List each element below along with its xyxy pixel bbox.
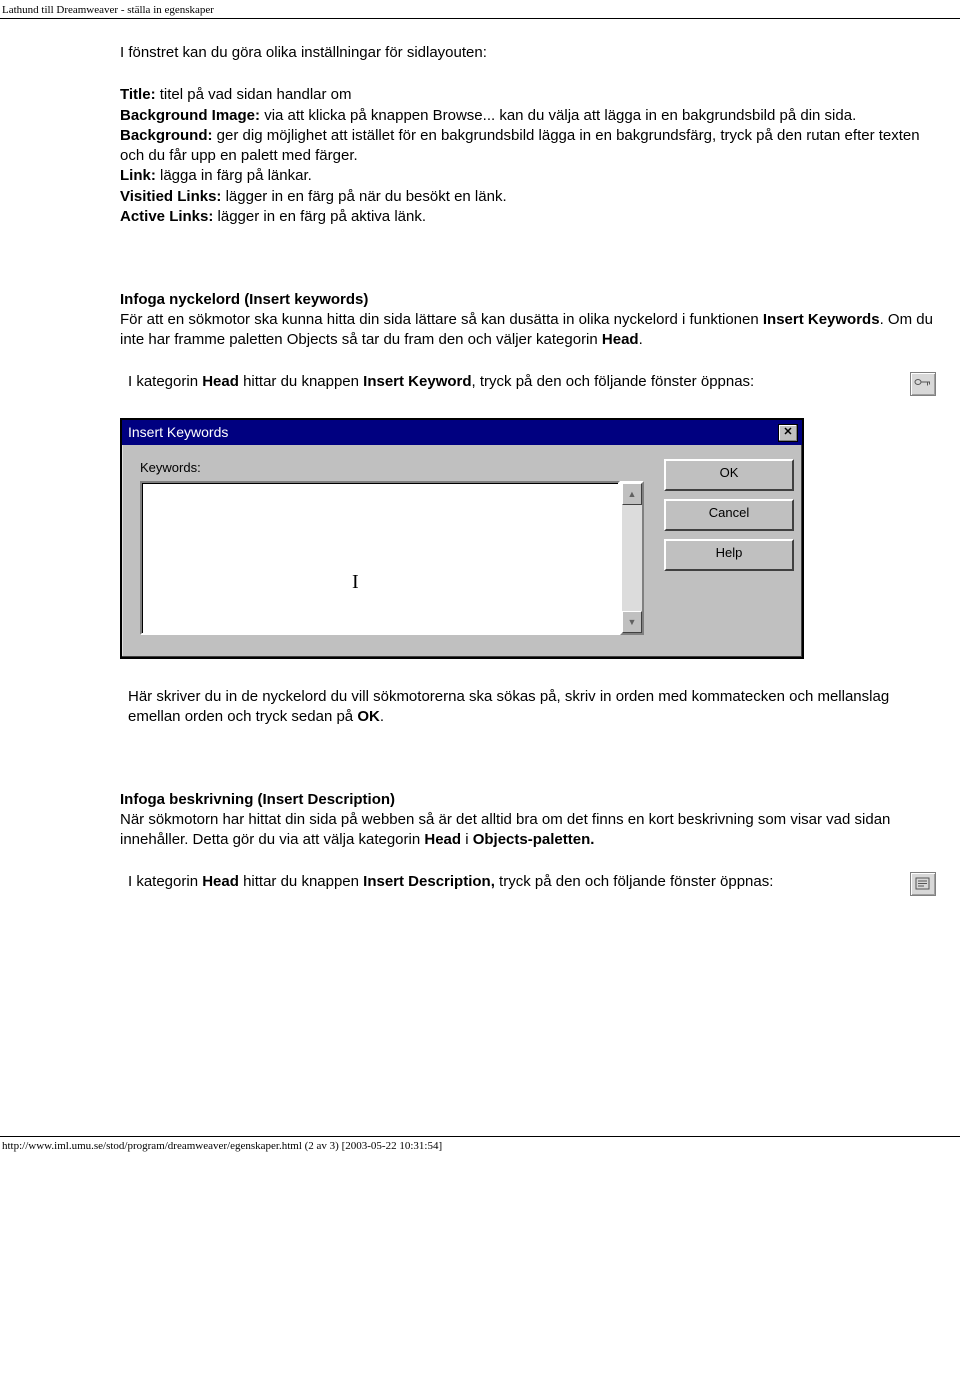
text-title: titel på vad sidan handlar om (156, 86, 352, 103)
kw-text-3: . (639, 331, 643, 348)
label-alink: Active Links: (120, 208, 213, 225)
label-title: Title: (120, 86, 156, 103)
desc-bold-2: Objects-paletten. (473, 831, 595, 848)
text-link: lägga in färg på länkar. (156, 167, 312, 184)
scrollbar[interactable]: ▲ ▼ (620, 481, 644, 635)
insert-description-icon[interactable] (910, 872, 936, 896)
label-link: Link: (120, 167, 156, 184)
kw-after-2: . (380, 708, 384, 725)
kw2-text-2: hittar du knappen (239, 373, 363, 390)
kw-after-text: Här skriver du in de nyckelord du vill s… (120, 687, 936, 728)
intro-text: I fönstret kan du göra olika inställning… (120, 43, 936, 63)
help-button[interactable]: Help (664, 539, 794, 571)
dialog-title: Insert Keywords (128, 423, 228, 442)
desc-bold-1: Head (424, 831, 461, 848)
text-vlink: lägger in en färg på när du besökt en lä… (221, 188, 506, 205)
kw-instruction-row: I kategorin Head hittar du knappen Inser… (120, 372, 936, 396)
ok-button[interactable]: OK (664, 459, 794, 491)
kw2-bold-1: Head (202, 373, 239, 390)
desc-instruction-row: I kategorin Head hittar du knappen Inser… (120, 872, 936, 896)
content: I fönstret kan du göra olika inställning… (0, 19, 960, 896)
text-background: ger dig möjlighet att istället för en ba… (120, 127, 920, 164)
section-keywords: Infoga nyckelord (Insert keywords) För a… (120, 290, 936, 351)
text-alink: lägger in en färg på aktiva länk. (213, 208, 426, 225)
kw2-bold-2: Insert Keyword (363, 373, 471, 390)
kw-text-1: För att en sökmotor ska kunna hitta din … (120, 311, 763, 328)
text-bgimage: via att klicka på knappen Browse... kan … (260, 107, 856, 124)
label-bgimage: Background Image: (120, 107, 260, 124)
properties-list: Title: titel på vad sidan handlar om Bac… (120, 85, 936, 227)
text-cursor-icon: I (352, 569, 359, 596)
kw-bold-2: Head (602, 331, 639, 348)
desc-text-2: i (461, 831, 473, 848)
close-icon[interactable]: ✕ (778, 424, 798, 442)
desc2-text-1: I kategorin (128, 873, 202, 890)
desc2-text-3: tryck på den och följande fönster öppnas… (495, 873, 774, 890)
page-header: Lathund till Dreamweaver - ställa in ege… (0, 0, 960, 19)
keywords-label: Keywords: (140, 459, 644, 477)
section-description: Infoga beskrivning (Insert Description) … (120, 790, 936, 851)
kw2-text-1: I kategorin (128, 373, 202, 390)
label-vlink: Visitied Links: (120, 188, 221, 205)
label-background: Background: (120, 127, 213, 144)
cancel-button[interactable]: Cancel (664, 499, 794, 531)
scroll-up-icon[interactable]: ▲ (622, 483, 642, 505)
kw-bold-1: Insert Keywords (763, 311, 880, 328)
dialog-titlebar[interactable]: Insert Keywords ✕ (122, 420, 802, 445)
desc2-text-2: hittar du knappen (239, 873, 363, 890)
keywords-heading: Infoga nyckelord (Insert keywords) (120, 291, 368, 308)
page-footer: http://www.iml.umu.se/stod/program/dream… (0, 1136, 960, 1156)
desc2-bold-1: Head (202, 873, 239, 890)
kw-after-bold: OK (357, 708, 380, 725)
insert-keywords-dialog: Insert Keywords ✕ Keywords: I ▲ ▼ OK Can… (120, 418, 804, 658)
kw-after-1: Här skriver du in de nyckelord du vill s… (128, 688, 889, 725)
insert-keyword-icon[interactable] (910, 372, 936, 396)
kw2-text-3: , tryck på den och följande fönster öppn… (472, 373, 755, 390)
desc2-bold-2: Insert Description, (363, 873, 495, 890)
scroll-down-icon[interactable]: ▼ (622, 611, 642, 633)
keywords-input[interactable]: I (140, 481, 620, 635)
desc-heading: Infoga beskrivning (Insert Description) (120, 791, 395, 808)
